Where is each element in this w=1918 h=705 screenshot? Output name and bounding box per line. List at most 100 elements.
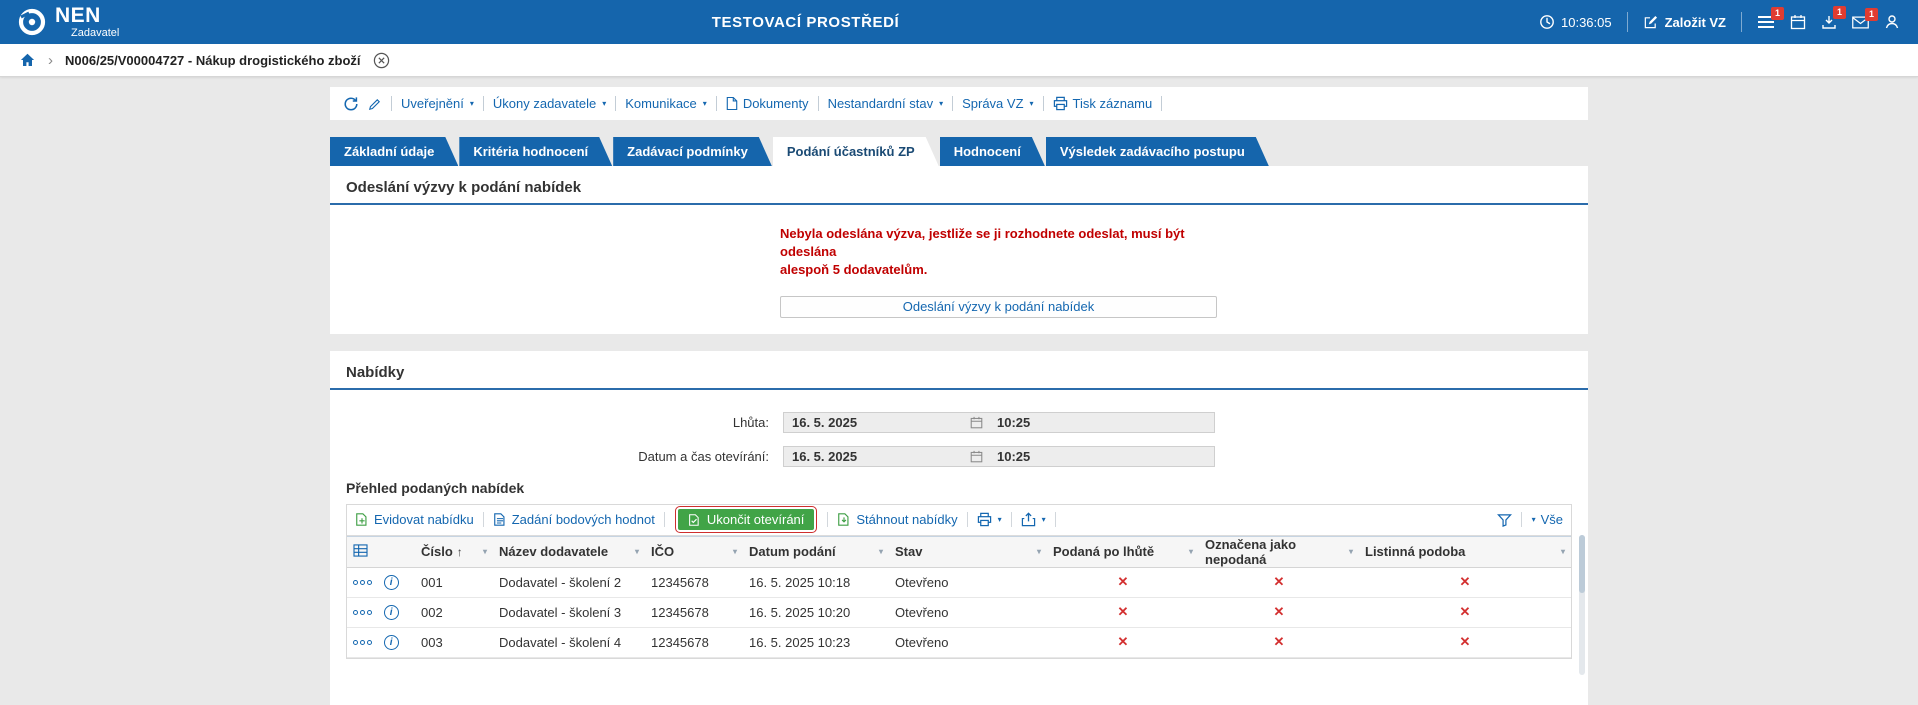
col-listinna-podoba[interactable]: Listinná podoba ▾ [1359,535,1571,568]
separator [817,96,819,111]
user-button[interactable] [1884,14,1900,30]
filter-button[interactable] [1496,513,1512,527]
tab-hodnoceni[interactable]: Hodnocení [940,137,1045,166]
filter-caret-icon[interactable]: ▾ [635,547,639,556]
col-cislo[interactable]: Číslo ↑ ▾ [415,535,493,568]
table-row[interactable]: i 002 Dodavatel - školení 3 12345678 16.… [347,597,1571,628]
row-actions-icon[interactable] [353,640,372,646]
filter-caret-icon[interactable]: ▾ [1037,547,1041,556]
edit-button[interactable] [368,97,382,111]
opening-date[interactable]: 16. 5. 2025 [784,449,970,464]
check-document-icon [688,513,699,526]
menu-nestandardni-stav[interactable]: Nestandardní stav ▾ [828,96,944,111]
cell-stav: Otevřeno [889,627,1047,658]
filter-caret-icon[interactable]: ▾ [1349,547,1353,556]
breadcrumb-record[interactable]: N006/25/V00004727 - Nákup drogistického … [65,53,361,68]
tab-kriteria-hodnoceni[interactable]: Kritéria hodnocení [459,137,612,166]
ukoncit-otevirani-button[interactable]: Ukončit otevírání [674,506,818,534]
caret-down-icon: ▾ [1041,514,1046,524]
menu-uverejneni[interactable]: Uveřejnění ▾ [401,96,474,111]
table-row[interactable]: i 003 Dodavatel - školení 4 12345678 16.… [347,627,1571,658]
separator [482,512,484,528]
clock: 10:36:05 [1539,14,1612,30]
menu-komunikace[interactable]: Komunikace ▾ [625,96,707,111]
opening-input[interactable]: 16. 5. 2025 10:25 [783,445,1215,467]
create-vz-button[interactable]: Založit VZ [1643,15,1726,30]
section-rule [330,387,1588,390]
filter-caret-icon[interactable]: ▾ [1561,547,1565,556]
export-grid-button[interactable]: ▾ [1021,512,1046,527]
table-row[interactable]: i 001 Dodavatel - školení 2 12345678 16.… [347,567,1571,598]
zadani-bodovych-hodnot-button[interactable]: Zadání bodových hodnot [493,512,655,527]
filter-caret-icon[interactable]: ▾ [1189,547,1193,556]
cell-stav: Otevřeno [889,597,1047,628]
nen-logo[interactable]: NEN Zadavatel [18,5,119,39]
col-ico[interactable]: IČO ▾ [645,535,743,568]
cell-cislo: 002 [415,597,493,628]
grid-toolbar: Evidovat nabídku Zadání bodových hodnot [347,505,1571,536]
col-podana-po-lhute[interactable]: Podaná po lhůtě ▾ [1047,535,1199,568]
grid-settings-icon [353,543,368,557]
deadline-time[interactable]: 10:25 [983,415,1030,430]
compose-icon [1644,15,1657,28]
separator [1054,512,1056,528]
tab-podani-ucastniku[interactable]: Podání účastníků ZP [773,137,939,166]
caret-down-icon: ▾ [702,98,707,108]
menu-badge: 1 [1771,7,1784,20]
deadline-input[interactable]: 16. 5. 2025 10:25 [783,411,1215,433]
deadline-label: Lhůta: [732,414,769,430]
section-title: Odeslání výzvy k podání nabídek [346,179,582,196]
calendar-button[interactable] [1790,14,1806,30]
row-actions-icon[interactable] [353,610,372,616]
row-actions-icon[interactable] [353,580,372,586]
messages-button[interactable]: 1 [1852,7,1878,29]
cross-icon: ✕ [1359,627,1571,658]
section-nabidky: Nabídky Lhůta: 16. 5. 2025 10:25 Datum a… [330,350,1588,705]
opening-time[interactable]: 10:25 [983,449,1030,464]
cell-nazev: Dodavatel - školení 2 [493,567,645,598]
calendar-icon[interactable] [970,416,983,429]
menu-dokumenty[interactable]: Dokumenty [726,96,809,111]
row-info-icon[interactable]: i [383,575,399,591]
bids-form: Lhůta: 16. 5. 2025 10:25 Datum a čas ote… [346,411,1572,467]
separator [827,512,829,528]
history-button[interactable] [343,96,359,112]
row-info-icon[interactable]: i [383,635,399,651]
tab-vysledek[interactable]: Výsledek zadávacího postupu [1046,137,1269,166]
evidovat-nabidku-button[interactable]: Evidovat nabídku [355,512,474,527]
send-invitation-button[interactable]: Odeslání výzvy k podání nabídek [780,295,1217,318]
col-stav[interactable]: Stav ▾ [889,535,1047,568]
col-nazev-dodavatele[interactable]: Název dodavatele ▾ [493,535,645,568]
menu-sprava-vz[interactable]: Správa VZ ▾ [962,96,1033,111]
menu-tisk-zaznamu[interactable]: Tisk záznamu [1053,96,1152,111]
view-select[interactable]: ▾ Vše [1531,512,1563,527]
menu-ukony-zadavatele[interactable]: Úkony zadavatele ▾ [493,96,606,111]
vertical-scrollbar[interactable] [1579,534,1585,675]
col-datum-podani[interactable]: Datum podání ▾ [743,535,889,568]
tab-zakladni-udaje[interactable]: Základní údaje [330,137,458,166]
filter-caret-icon[interactable]: ▾ [733,547,737,556]
environment-title: TESTOVACÍ PROSTŘEDÍ [711,13,900,31]
downloads-badge: 1 [1833,6,1846,19]
calendar-icon [1790,15,1806,30]
stahnout-nabidky-button[interactable]: Stáhnout nabídky [837,512,958,527]
col-oznacena-nepodana[interactable]: Označena jako nepodaná ▾ [1199,535,1359,568]
grid-title: Přehled podaných nabídek [346,479,525,496]
menu-button[interactable]: 1 [1757,7,1784,29]
tab-zadavaci-podminky[interactable]: Zadávací podmínky [613,137,772,166]
cell-ico: 12345678 [645,597,743,628]
row-info-icon[interactable]: i [383,605,399,621]
filter-caret-icon[interactable]: ▾ [483,547,487,556]
home-button[interactable] [19,52,36,68]
cross-icon: ✕ [1047,627,1199,658]
add-document-icon [356,513,367,526]
column-settings[interactable] [347,535,415,568]
print-grid-button[interactable]: ▾ [977,512,1002,527]
separator [1626,12,1628,32]
downloads-button[interactable]: 1 [1821,6,1846,30]
clock-icon [1540,15,1554,29]
deadline-date[interactable]: 16. 5. 2025 [784,415,970,430]
calendar-icon[interactable] [970,450,983,463]
close-record-button[interactable] [373,52,390,69]
filter-caret-icon[interactable]: ▾ [879,547,883,556]
